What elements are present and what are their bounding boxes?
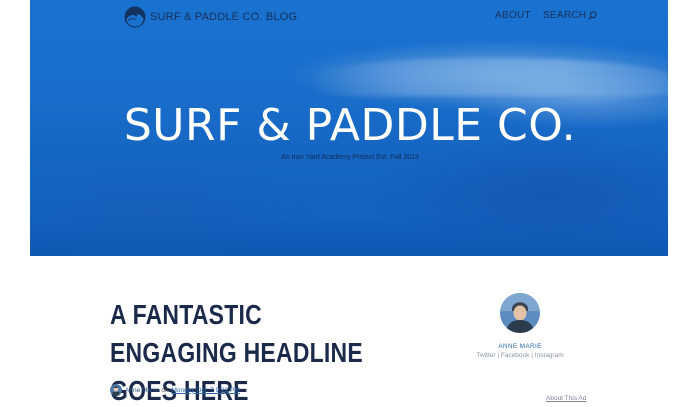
author-card: ANNE MARIE Twitter | Facebook | Instagra… xyxy=(470,293,570,359)
hero-water-shade xyxy=(30,215,668,256)
main-nav: ABOUT SEARCH xyxy=(495,10,597,21)
byline-on-text: on xyxy=(161,386,169,394)
byline-date-link[interactable]: Monday Oct. 7 9:22 PM xyxy=(171,387,239,394)
about-this-ad-link[interactable]: About This Ad xyxy=(546,395,586,402)
nav-search-link[interactable]: SEARCH xyxy=(543,10,597,21)
wave-logo-icon xyxy=(124,6,146,28)
social-separator: | xyxy=(497,352,500,359)
author-avatar[interactable] xyxy=(500,293,540,333)
twitter-link[interactable]: Twitter xyxy=(476,352,495,359)
post-byline: Anne Marie on Monday Oct. 7 9:22 PM xyxy=(110,383,240,397)
instagram-link[interactable]: Instagram xyxy=(535,352,564,359)
byline-author-link[interactable]: Anne Marie xyxy=(125,387,158,394)
nav-search-label: SEARCH xyxy=(542,10,587,21)
site-logo-text: SURF & PADDLE CO. BLOG xyxy=(150,11,298,23)
search-icon xyxy=(588,11,597,20)
facebook-link[interactable]: Facebook xyxy=(501,352,530,359)
site-logo[interactable]: SURF & PADDLE CO. BLOG xyxy=(124,6,297,28)
author-name: ANNE MARIE xyxy=(498,343,542,350)
hero-wave-decoration xyxy=(310,58,668,96)
nav-about-link[interactable]: ABOUT xyxy=(495,10,531,21)
social-separator: | xyxy=(531,352,533,359)
author-social-links: Twitter | Facebook | Instagram xyxy=(470,352,570,359)
hero-title: SURF & PADDLE CO. xyxy=(123,100,577,151)
hero-subtitle: An Iron Yard Academy Project Est. Fall 2… xyxy=(281,154,419,161)
author-avatar-small[interactable] xyxy=(110,384,122,396)
